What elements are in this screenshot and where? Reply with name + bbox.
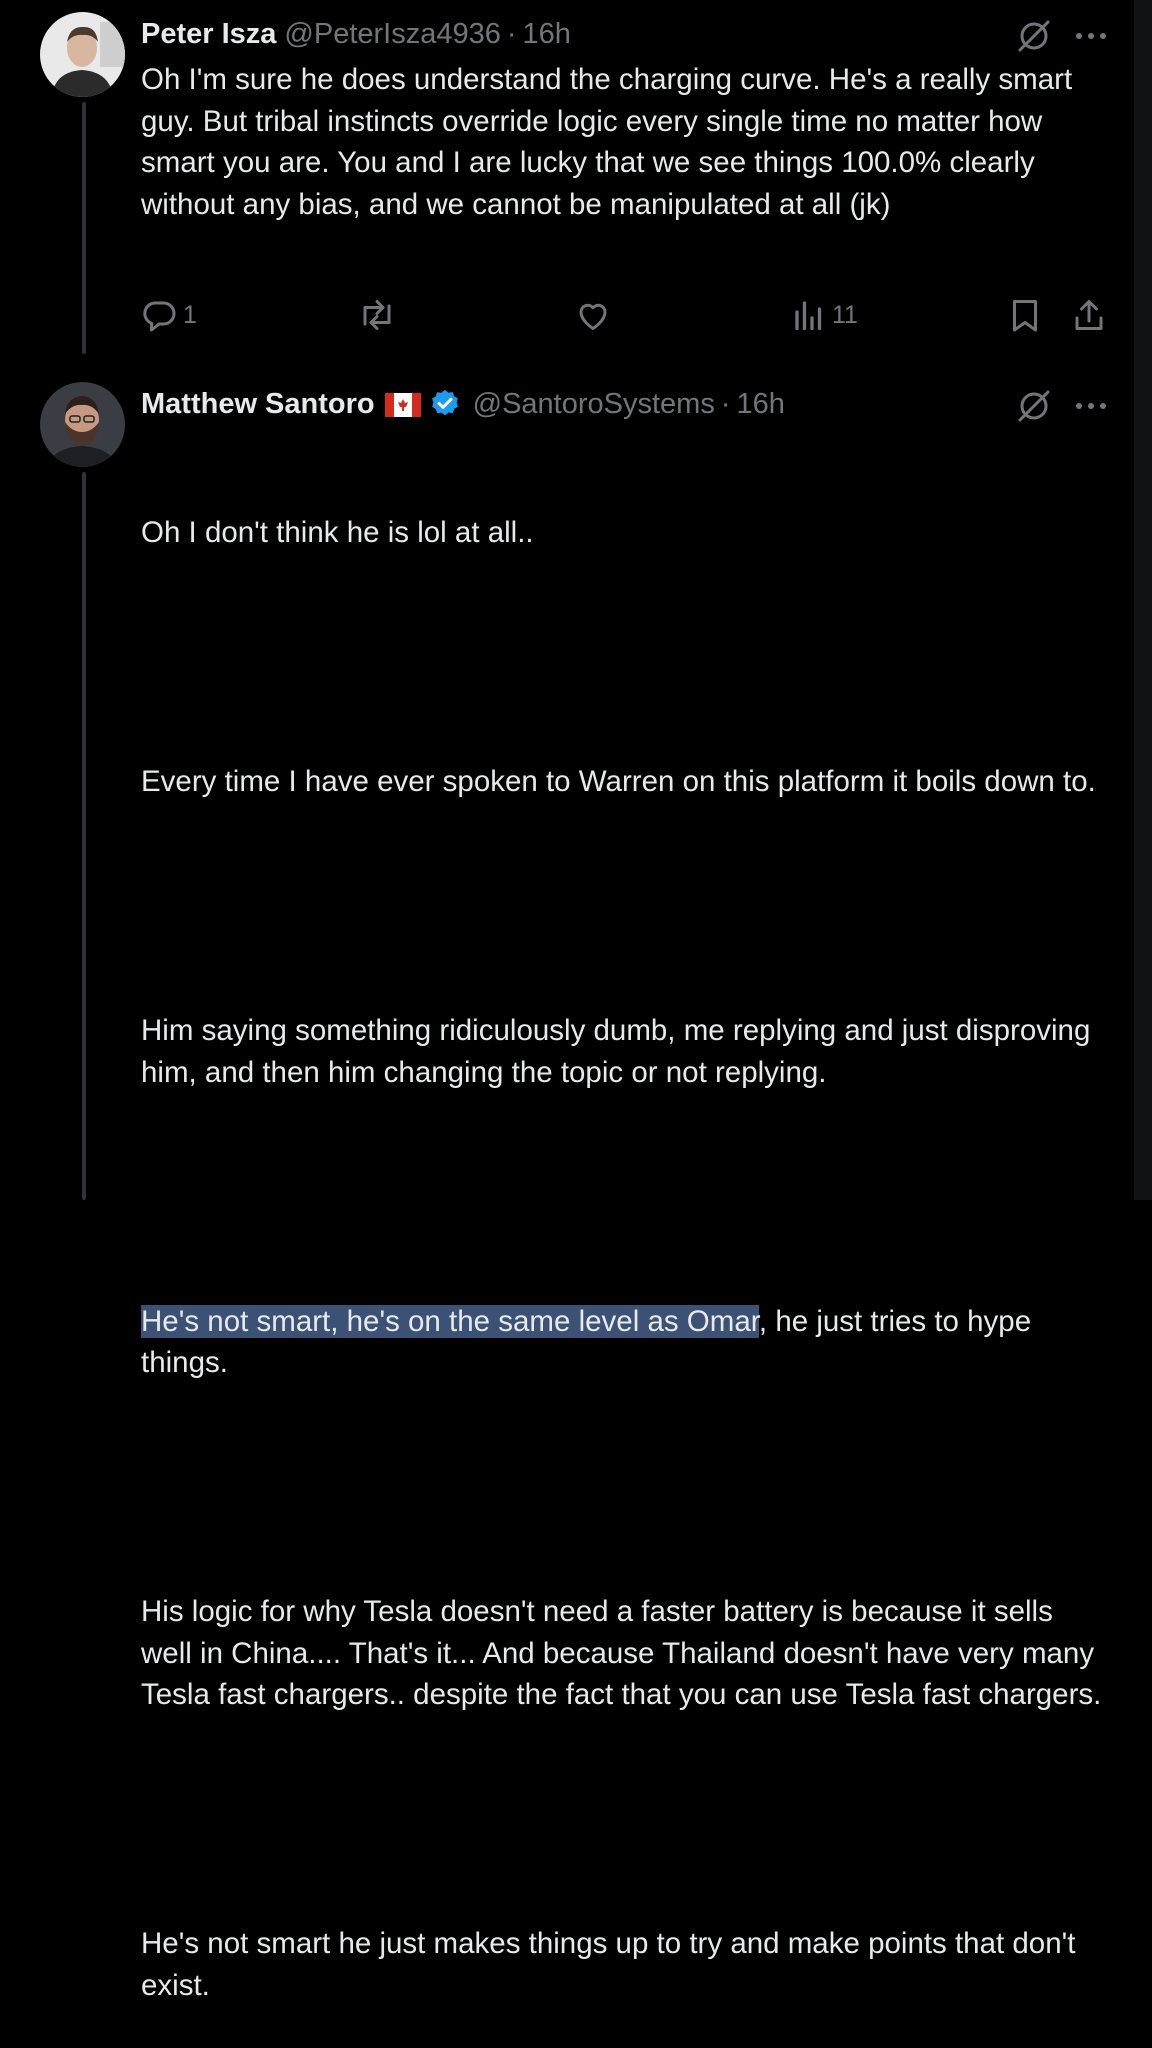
tweet2-header: Matthew Santoro @SantoroSystems · 16h [141,384,785,424]
separator: · [720,387,731,420]
more-icon[interactable] [1073,29,1109,41]
grok-icon[interactable] [1016,388,1052,424]
like-button[interactable] [575,297,611,333]
paragraph: Him saying something ridiculously dumb, … [141,1014,1099,1089]
paragraph: Oh I don't think he is lol at all.. [141,516,534,549]
right-frame [1134,0,1152,1200]
paragraph: He's not smart he just makes things up t… [141,1927,1084,2002]
tweet1-action-bar: 1 11 [141,295,1111,337]
retweet-button[interactable] [357,297,397,333]
tweet2-text: Oh I don't think he is lol at all.. Ever… [141,429,1106,2048]
paragraph: Every time I have ever spoken to Warren … [141,765,1096,798]
views-count: 11 [832,300,858,329]
author-name[interactable]: Matthew Santoro [141,388,375,421]
tweet1-text: Oh I'm sure he does understand the charg… [141,63,1081,221]
author-handle[interactable]: @PeterIsza4936 [284,18,500,51]
reply-button[interactable]: 1 [141,297,197,333]
more-icon[interactable] [1073,399,1109,411]
author-handle[interactable]: @SantoroSystems [473,388,715,421]
paragraph: He's not smart, he's on the same level a… [141,1301,1106,1384]
reply-icon [143,301,176,332]
bookmark-button[interactable] [1009,297,1041,333]
avatar-peter-isza[interactable] [40,12,125,97]
timestamp[interactable]: 16h [737,388,785,421]
verified-badge-icon[interactable] [429,388,461,420]
author-name[interactable]: Peter Isza [141,18,276,51]
grok-icon[interactable] [1016,18,1052,54]
thread-line [82,102,86,354]
avatar-matthew-santoro[interactable] [40,382,125,467]
thread-line [82,472,86,1200]
share-icon [1075,300,1103,330]
paragraph: His logic for why Tesla doesn't need a f… [141,1595,1102,1711]
canada-flag-icon [384,392,421,417]
retweet-icon [363,300,391,330]
selected-text: He's not smart, he's on the same level a… [141,1304,759,1338]
timestamp[interactable]: 16h [523,18,571,51]
reply-count: 1 [183,300,197,329]
share-button[interactable] [1071,297,1107,333]
tweet1-header: Peter Isza @PeterIsza4936 · 16h [141,14,571,54]
like-icon [579,303,607,330]
views-button[interactable]: 11 [792,297,858,333]
bookmark-icon [1013,300,1037,332]
views-icon [795,301,822,331]
separator: · [506,17,517,50]
